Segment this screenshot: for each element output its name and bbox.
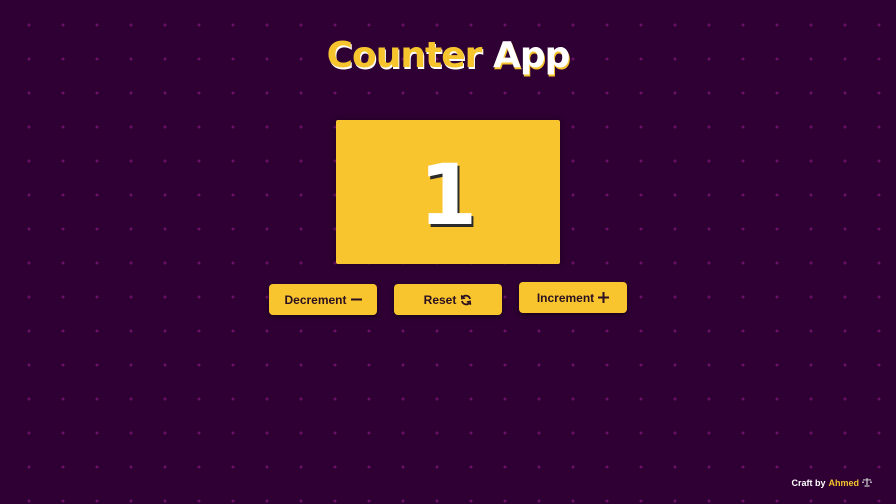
title-word-counter: Counter — [326, 35, 483, 76]
increment-button[interactable]: Increment — [519, 282, 627, 313]
plus-icon — [598, 292, 610, 303]
reset-button-label: Reset — [423, 292, 457, 307]
counter-display: 1 — [336, 120, 560, 264]
reset-button[interactable]: Reset — [394, 284, 502, 315]
increment-button-label: Increment — [536, 290, 595, 305]
footer-author-link[interactable]: Ahmed — [828, 478, 859, 488]
footer-prefix: Craft by — [791, 478, 826, 488]
page-title: Counter App — [0, 34, 896, 78]
refresh-icon — [460, 294, 472, 306]
minus-icon — [350, 294, 362, 305]
decrement-button[interactable]: Decrement — [269, 284, 377, 315]
title-word-app: App — [492, 35, 570, 76]
footer-credit: Craft by Ahmed — [791, 477, 872, 489]
counter-value: 1 — [418, 146, 478, 244]
scale-icon — [862, 477, 872, 489]
decrement-button-label: Decrement — [284, 292, 347, 307]
